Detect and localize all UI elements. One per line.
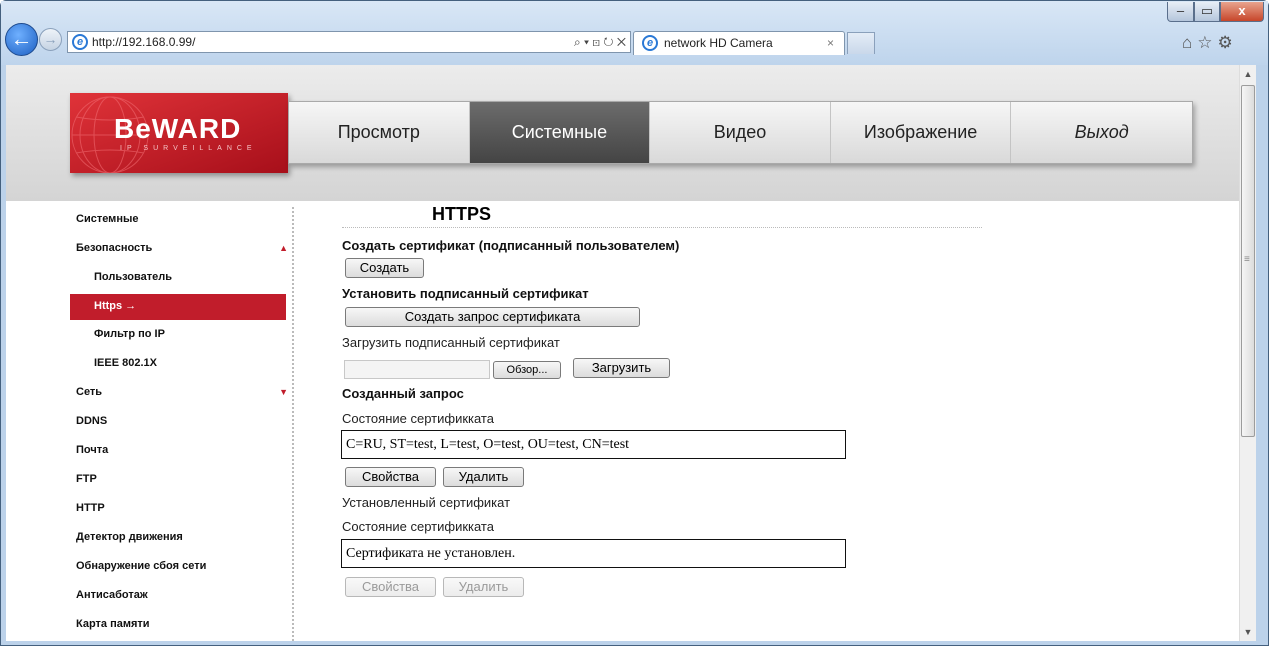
sidebar-item-ftp[interactable]: FTP xyxy=(70,465,286,494)
home-favorites-settings-icons[interactable]: ⌂☆⚙ xyxy=(1182,33,1238,53)
browser-tab[interactable]: e network HD Camera × xyxy=(633,31,845,55)
file-path-input[interactable] xyxy=(344,360,490,379)
sidebar-item-http[interactable]: HTTP xyxy=(70,494,286,523)
installed-cert-status-label: Состояние сертификката xyxy=(342,519,494,534)
nav-view[interactable]: Просмотр xyxy=(289,102,470,163)
tab-title: network HD Camera xyxy=(664,36,773,50)
installed-delete-button[interactable]: Удалить xyxy=(443,577,524,597)
browser-window: – ▭ x ← → e http://192.168.0.99/ ⌕ ▾ ⊡ ↻… xyxy=(0,0,1269,646)
page-title: HTTPS xyxy=(432,204,492,224)
expand-down-icon[interactable]: ▼ xyxy=(279,378,288,406)
grip-icon: ≡ xyxy=(1244,254,1250,265)
scroll-down-icon[interactable]: ▼ xyxy=(1240,627,1256,637)
sidebar-item-motion-detection[interactable]: Детектор движения xyxy=(70,523,286,552)
minimize-button[interactable]: – xyxy=(1167,2,1194,22)
tab-close-icon[interactable]: × xyxy=(827,32,834,54)
create-cert-button[interactable]: Создать xyxy=(345,258,424,278)
sidebar-item-security[interactable]: Безопасность ▲ xyxy=(70,234,288,263)
sidebar: Системные Безопасность ▲ Пользователь Ht… xyxy=(70,205,288,639)
back-button[interactable]: ← xyxy=(5,23,38,56)
browse-button[interactable]: Обзор... xyxy=(493,361,561,379)
sidebar-item-memory-card[interactable]: Карта памяти xyxy=(70,610,286,639)
top-navigation: Просмотр Системные Видео Изображение Вых… xyxy=(288,101,1193,164)
create-request-button[interactable]: Создать запрос сертификата xyxy=(345,307,640,327)
scrollbar-thumb[interactable]: ≡ xyxy=(1241,85,1255,437)
maximize-button[interactable]: ▭ xyxy=(1194,2,1220,22)
sidebar-item-label: Безопасность xyxy=(76,242,153,254)
sidebar-item-ddns[interactable]: DDNS xyxy=(70,407,286,436)
address-tools-icons[interactable]: ⌕ ▾ ⊡ ↻ ✕ xyxy=(574,32,626,52)
installed-cert-label: Установленный сертификат xyxy=(342,495,511,510)
page-viewport: BeWARD IP SURVEILLANCE Просмотр Системны… xyxy=(6,65,1239,641)
sidebar-item-https[interactable]: Https → xyxy=(70,294,286,320)
forward-button[interactable]: → xyxy=(39,28,62,51)
scroll-up-icon[interactable]: ▲ xyxy=(1240,69,1256,79)
sidebar-divider xyxy=(292,207,294,641)
collapse-up-icon[interactable]: ▲ xyxy=(279,234,288,262)
address-bar[interactable]: e http://192.168.0.99/ ⌕ ▾ ⊡ ↻ ✕ xyxy=(67,31,631,53)
sidebar-item-ip-filter[interactable]: Фильтр по IP xyxy=(70,320,286,349)
created-request-heading: Созданный запрос xyxy=(342,386,464,401)
new-tab-button[interactable] xyxy=(847,32,875,54)
sidebar-item-system[interactable]: Системные xyxy=(70,205,286,234)
close-window-button[interactable]: x xyxy=(1220,2,1264,22)
sidebar-item-ieee8021x[interactable]: IEEE 802.1X xyxy=(70,349,286,378)
created-request-status-label: Состояние сертификката xyxy=(342,411,494,426)
nav-video[interactable]: Видео xyxy=(650,102,831,163)
nav-image[interactable]: Изображение xyxy=(831,102,1012,163)
install-signed-heading: Установить подписанный сертификат xyxy=(342,286,589,301)
upload-label: Загрузить подписанный сертификат xyxy=(342,335,560,350)
sidebar-item-user[interactable]: Пользователь xyxy=(70,263,286,292)
upload-button[interactable]: Загрузить xyxy=(573,358,670,378)
vertical-scrollbar[interactable]: ▲ ≡ ▼ xyxy=(1239,65,1256,641)
logo-wordmark: BeWARD xyxy=(114,113,242,144)
url-text: http://192.168.0.99/ xyxy=(92,35,196,49)
installed-cert-status-value: Сертификата не установлен. xyxy=(341,539,846,568)
sidebar-item-label: Сеть xyxy=(76,386,103,398)
nav-logout[interactable]: Выход xyxy=(1011,102,1192,163)
nav-system[interactable]: Системные xyxy=(469,102,651,163)
sidebar-item-network[interactable]: Сеть ▼ xyxy=(70,378,288,407)
logo-subtitle: IP SURVEILLANCE xyxy=(120,145,257,152)
beward-logo: BeWARD IP SURVEILLANCE xyxy=(70,93,288,173)
sidebar-item-network-failure[interactable]: Обнаружение сбоя сети xyxy=(70,552,286,581)
request-delete-button[interactable]: Удалить xyxy=(443,467,524,487)
page-header: BeWARD IP SURVEILLANCE Просмотр Системны… xyxy=(6,65,1239,201)
sidebar-item-mail[interactable]: Почта xyxy=(70,436,286,465)
create-cert-heading: Создать сертификат (подписанный пользова… xyxy=(342,238,680,253)
ie-page-icon: e xyxy=(72,34,88,50)
sidebar-item-tamper[interactable]: Антисаботаж xyxy=(70,581,286,610)
title-divider xyxy=(342,227,982,228)
browser-chrome: – ▭ x ← → e http://192.168.0.99/ ⌕ ▾ ⊡ ↻… xyxy=(1,1,1268,65)
ie-tab-icon: e xyxy=(642,35,658,51)
request-properties-button[interactable]: Свойства xyxy=(345,467,436,487)
installed-properties-button[interactable]: Свойства xyxy=(345,577,436,597)
created-request-status-value: C=RU, ST=test, L=test, O=test, OU=test, … xyxy=(341,430,846,459)
